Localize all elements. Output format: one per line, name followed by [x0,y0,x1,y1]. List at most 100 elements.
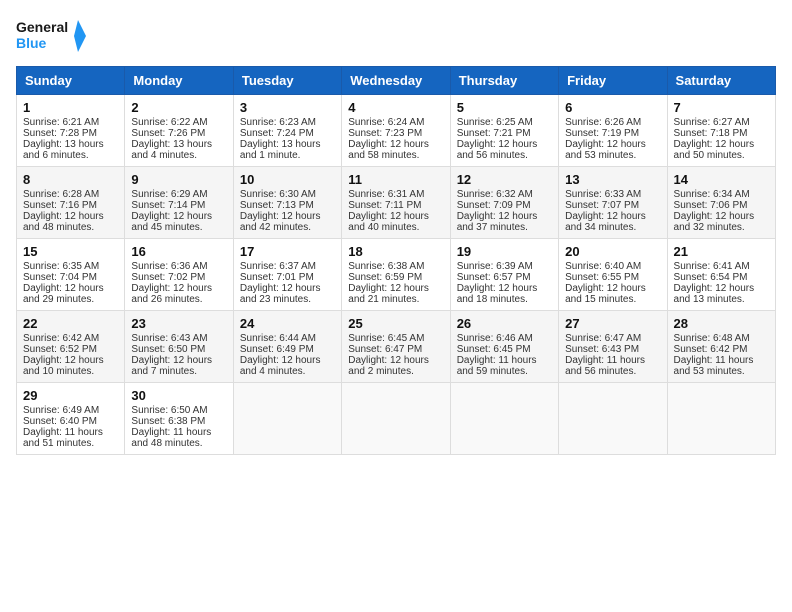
sunset-text: Sunset: 6:42 PM [674,344,769,355]
sunrise-text: Sunrise: 6:41 AM [674,261,769,272]
calendar-cell: 15Sunrise: 6:35 AMSunset: 7:04 PMDayligh… [17,239,125,311]
daylight-text: Daylight: 12 hours and 4 minutes. [240,355,335,377]
calendar-cell: 20Sunrise: 6:40 AMSunset: 6:55 PMDayligh… [559,239,667,311]
calendar-cell: 24Sunrise: 6:44 AMSunset: 6:49 PMDayligh… [233,311,341,383]
sunrise-text: Sunrise: 6:46 AM [457,333,552,344]
calendar-cell: 9Sunrise: 6:29 AMSunset: 7:14 PMDaylight… [125,167,233,239]
sunset-text: Sunset: 6:55 PM [565,272,660,283]
col-header-thursday: Thursday [450,67,558,95]
sunrise-text: Sunrise: 6:48 AM [674,333,769,344]
day-number: 18 [348,244,443,259]
col-header-monday: Monday [125,67,233,95]
calendar-week-row: 29Sunrise: 6:49 AMSunset: 6:40 PMDayligh… [17,383,776,455]
sunrise-text: Sunrise: 6:22 AM [131,117,226,128]
calendar-cell: 2Sunrise: 6:22 AMSunset: 7:26 PMDaylight… [125,95,233,167]
calendar-cell: 17Sunrise: 6:37 AMSunset: 7:01 PMDayligh… [233,239,341,311]
sunrise-text: Sunrise: 6:50 AM [131,405,226,416]
calendar-cell [667,383,775,455]
logo-svg: General Blue [16,16,86,56]
sunrise-text: Sunrise: 6:27 AM [674,117,769,128]
day-number: 6 [565,100,660,115]
daylight-text: Daylight: 12 hours and 37 minutes. [457,211,552,233]
day-number: 7 [674,100,769,115]
daylight-text: Daylight: 12 hours and 58 minutes. [348,139,443,161]
day-number: 15 [23,244,118,259]
sunrise-text: Sunrise: 6:43 AM [131,333,226,344]
sunset-text: Sunset: 6:57 PM [457,272,552,283]
daylight-text: Daylight: 12 hours and 29 minutes. [23,283,118,305]
calendar-header-row: SundayMondayTuesdayWednesdayThursdayFrid… [17,67,776,95]
day-number: 20 [565,244,660,259]
calendar-week-row: 22Sunrise: 6:42 AMSunset: 6:52 PMDayligh… [17,311,776,383]
sunrise-text: Sunrise: 6:23 AM [240,117,335,128]
daylight-text: Daylight: 12 hours and 26 minutes. [131,283,226,305]
day-number: 1 [23,100,118,115]
calendar-cell [342,383,450,455]
sunrise-text: Sunrise: 6:21 AM [23,117,118,128]
col-header-wednesday: Wednesday [342,67,450,95]
calendar-cell: 14Sunrise: 6:34 AMSunset: 7:06 PMDayligh… [667,167,775,239]
daylight-text: Daylight: 12 hours and 7 minutes. [131,355,226,377]
sunrise-text: Sunrise: 6:39 AM [457,261,552,272]
svg-text:General: General [16,19,68,35]
calendar-week-row: 15Sunrise: 6:35 AMSunset: 7:04 PMDayligh… [17,239,776,311]
calendar-cell: 23Sunrise: 6:43 AMSunset: 6:50 PMDayligh… [125,311,233,383]
sunset-text: Sunset: 6:40 PM [23,416,118,427]
sunrise-text: Sunrise: 6:40 AM [565,261,660,272]
sunset-text: Sunset: 7:24 PM [240,128,335,139]
calendar-cell [450,383,558,455]
daylight-text: Daylight: 12 hours and 34 minutes. [565,211,660,233]
sunset-text: Sunset: 6:52 PM [23,344,118,355]
calendar-cell: 21Sunrise: 6:41 AMSunset: 6:54 PMDayligh… [667,239,775,311]
day-number: 25 [348,316,443,331]
daylight-text: Daylight: 12 hours and 23 minutes. [240,283,335,305]
sunrise-text: Sunrise: 6:36 AM [131,261,226,272]
daylight-text: Daylight: 12 hours and 2 minutes. [348,355,443,377]
sunset-text: Sunset: 6:38 PM [131,416,226,427]
daylight-text: Daylight: 12 hours and 18 minutes. [457,283,552,305]
calendar-cell [559,383,667,455]
sunset-text: Sunset: 7:02 PM [131,272,226,283]
sunrise-text: Sunrise: 6:30 AM [240,189,335,200]
sunset-text: Sunset: 7:01 PM [240,272,335,283]
daylight-text: Daylight: 12 hours and 56 minutes. [457,139,552,161]
day-number: 19 [457,244,552,259]
sunrise-text: Sunrise: 6:45 AM [348,333,443,344]
calendar-cell: 6Sunrise: 6:26 AMSunset: 7:19 PMDaylight… [559,95,667,167]
daylight-text: Daylight: 12 hours and 48 minutes. [23,211,118,233]
sunrise-text: Sunrise: 6:24 AM [348,117,443,128]
sunset-text: Sunset: 7:23 PM [348,128,443,139]
calendar-table: SundayMondayTuesdayWednesdayThursdayFrid… [16,66,776,455]
calendar-cell: 30Sunrise: 6:50 AMSunset: 6:38 PMDayligh… [125,383,233,455]
calendar-cell: 27Sunrise: 6:47 AMSunset: 6:43 PMDayligh… [559,311,667,383]
day-number: 4 [348,100,443,115]
day-number: 11 [348,172,443,187]
logo: General Blue [16,16,86,56]
day-number: 21 [674,244,769,259]
sunset-text: Sunset: 6:54 PM [674,272,769,283]
calendar-cell: 5Sunrise: 6:25 AMSunset: 7:21 PMDaylight… [450,95,558,167]
day-number: 16 [131,244,226,259]
sunset-text: Sunset: 7:18 PM [674,128,769,139]
calendar-cell: 7 Sunrise: 6:27 AMSunset: 7:18 PMDaylight… [667,95,775,167]
daylight-text: Daylight: 12 hours and 32 minutes. [674,211,769,233]
sunrise-text: Sunrise: 6:35 AM [23,261,118,272]
daylight-text: Daylight: 12 hours and 45 minutes. [131,211,226,233]
sunset-text: Sunset: 7:28 PM [23,128,118,139]
sunset-text: Sunset: 7:26 PM [131,128,226,139]
sunset-text: Sunset: 6:47 PM [348,344,443,355]
calendar-cell: 8Sunrise: 6:28 AMSunset: 7:16 PMDaylight… [17,167,125,239]
day-number: 22 [23,316,118,331]
sunset-text: Sunset: 7:19 PM [565,128,660,139]
day-number: 24 [240,316,335,331]
day-number: 2 [131,100,226,115]
day-number: 5 [457,100,552,115]
calendar-cell: 19 Sunrise: 6:39 AMSunset: 6:57 PMDayligh… [450,239,558,311]
calendar-cell: 11Sunrise: 6:31 AMSunset: 7:11 PMDayligh… [342,167,450,239]
day-number: 12 [457,172,552,187]
sunset-text: Sunset: 7:07 PM [565,200,660,211]
daylight-text: Daylight: 12 hours and 50 minutes. [674,139,769,161]
sunset-text: Sunset: 7:09 PM [457,200,552,211]
day-number: 3 [240,100,335,115]
sunrise-text: Sunrise: 6:28 AM [23,189,118,200]
